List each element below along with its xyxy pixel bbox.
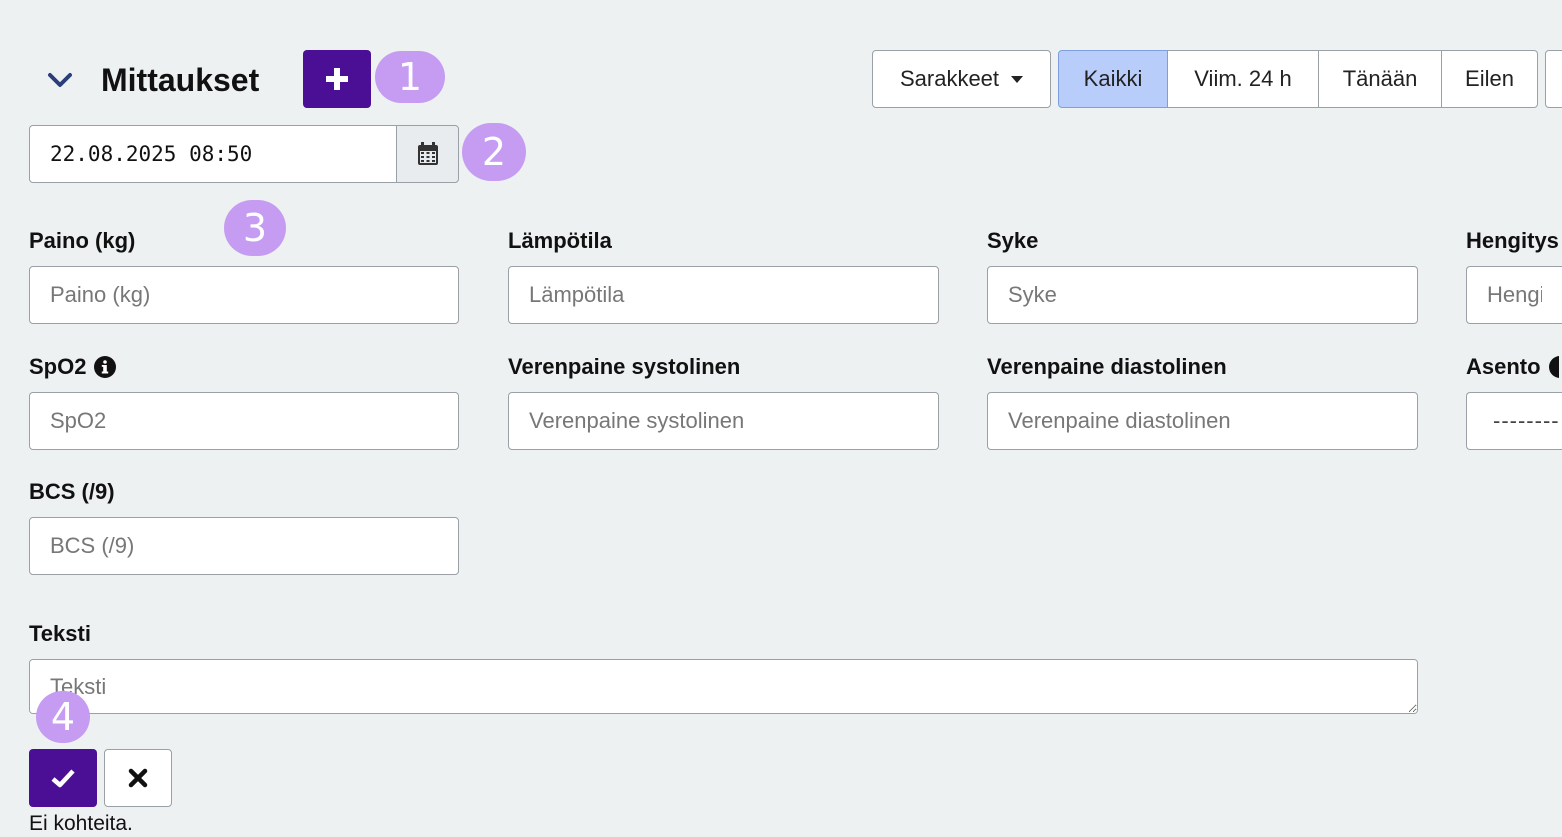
temperature-input[interactable] (508, 266, 939, 324)
step-badge-3: 3 (224, 200, 286, 256)
spo2-label-group: SpO2 (29, 352, 117, 382)
chevron-down-icon[interactable] (44, 64, 76, 96)
bp-systolic-input[interactable] (508, 392, 939, 450)
caret-down-icon (1011, 75, 1024, 83)
temperature-label: Lämpötila (508, 228, 612, 253)
filter-last-24h-button[interactable]: Viim. 24 h (1168, 50, 1319, 108)
respiration-input[interactable] (1466, 266, 1562, 324)
step-badge-1: 1 (375, 51, 445, 103)
position-select-value: -------- (1493, 408, 1560, 433)
bp-systolic-label: Verenpaine systolinen (508, 354, 741, 379)
filter-more-button[interactable] (1545, 50, 1562, 108)
save-button[interactable] (29, 749, 97, 807)
filter-all-button[interactable]: Kaikki (1058, 50, 1168, 108)
datetime-input[interactable] (29, 125, 396, 183)
spo2-input[interactable] (29, 392, 459, 450)
position-info-icon[interactable] (1548, 356, 1559, 378)
text-input[interactable] (29, 659, 1418, 714)
cancel-button[interactable] (104, 749, 172, 807)
close-icon (128, 768, 148, 788)
position-label-group: Asento (1466, 352, 1562, 382)
bp-diastolic-input[interactable] (987, 392, 1418, 450)
calendar-button[interactable] (396, 125, 459, 183)
step-badge-2: 2 (462, 123, 526, 181)
filter-yesterday-button[interactable]: Eilen (1442, 50, 1538, 108)
check-icon (51, 769, 75, 788)
filter-today-button[interactable]: Tänään (1319, 50, 1442, 108)
datetime-field (29, 125, 459, 183)
pulse-input[interactable] (987, 266, 1418, 324)
page-title: Mittaukset (101, 62, 260, 98)
empty-state-text: Ei kohteita. (29, 812, 133, 835)
bp-diastolic-label: Verenpaine diastolinen (987, 354, 1227, 379)
text-label: Teksti (29, 621, 91, 646)
columns-label: Sarakkeet (899, 66, 1000, 91)
info-icon[interactable] (94, 356, 117, 378)
spo2-label: SpO2 (29, 354, 87, 379)
position-select[interactable]: -------- (1466, 392, 1562, 450)
bcs-label: BCS (/9) (29, 479, 115, 504)
weight-input[interactable] (29, 266, 459, 324)
bcs-input[interactable] (29, 517, 459, 575)
add-measurement-button[interactable] (303, 50, 371, 108)
pulse-label: Syke (987, 228, 1039, 253)
respiration-label: Hengitys (1466, 228, 1559, 253)
calendar-icon (417, 142, 438, 165)
plus-icon (326, 68, 348, 90)
columns-dropdown-button[interactable]: Sarakkeet (872, 50, 1051, 108)
position-label: Asento (1466, 354, 1541, 379)
weight-label: Paino (kg) (29, 228, 136, 253)
time-range-filter: Kaikki Viim. 24 h Tänään Eilen (1058, 50, 1538, 108)
step-badge-4: 4 (36, 691, 90, 743)
